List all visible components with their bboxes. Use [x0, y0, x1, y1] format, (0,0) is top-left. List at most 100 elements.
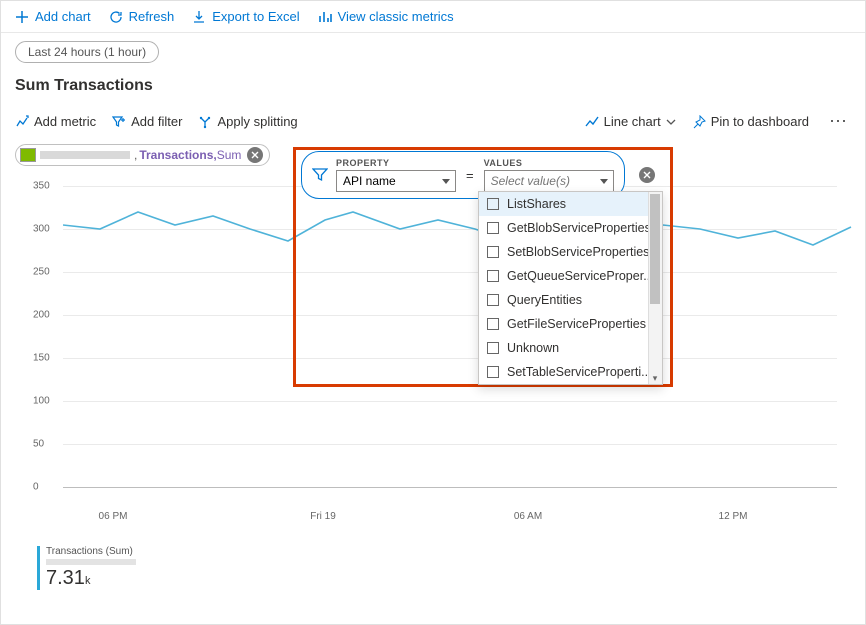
option-label: GetBlobServiceProperties [507, 221, 651, 235]
refresh-label: Refresh [129, 9, 175, 24]
download-icon [192, 10, 206, 24]
time-range-row: Last 24 hours (1 hour) [1, 33, 865, 71]
option-label: GetFileServiceProperties [507, 317, 646, 331]
apply-splitting-label: Apply splitting [217, 114, 297, 129]
values-field: VALUES [484, 158, 614, 192]
add-metric-button[interactable]: Add metric [15, 114, 96, 129]
property-field: PROPERTY [336, 158, 456, 192]
metric-separator: , [134, 148, 137, 162]
checkbox-icon [487, 246, 499, 258]
page-title: Sum Transactions [15, 77, 851, 95]
property-label: PROPERTY [336, 158, 456, 168]
chart-line [63, 176, 853, 496]
checkbox-icon [487, 198, 499, 210]
checkbox-icon [487, 342, 499, 354]
split-icon [198, 115, 212, 129]
view-classic-metrics-button[interactable]: View classic metrics [318, 9, 454, 24]
summary-number: 7.31 [46, 567, 85, 589]
add-metric-icon [15, 115, 29, 129]
filter-icon [312, 167, 328, 183]
checkbox-icon [487, 366, 499, 378]
values-label: VALUES [484, 158, 614, 168]
export-excel-button[interactable]: Export to Excel [192, 9, 299, 24]
x-tick: 06 PM [99, 511, 128, 522]
chart-type-dropdown[interactable]: Line chart [585, 114, 676, 129]
summary-sublabel [46, 559, 136, 565]
apply-splitting-button[interactable]: Apply splitting [198, 114, 297, 129]
dropdown-option[interactable]: Unknown [479, 336, 662, 360]
option-label: GetQueueServiceProper... [507, 269, 654, 283]
option-label: ListShares [507, 197, 566, 211]
y-tick: 300 [33, 224, 50, 235]
y-tick: 150 [33, 353, 50, 364]
export-label: Export to Excel [212, 9, 299, 24]
summary-label: Transactions (Sum) [46, 546, 197, 557]
add-chart-label: Add chart [35, 9, 91, 24]
top-toolbar: Add chart Refresh Export to Excel View c… [1, 1, 865, 33]
scrollbar[interactable]: ▾ [648, 192, 662, 384]
property-select-input[interactable] [336, 170, 456, 192]
pin-label: Pin to dashboard [711, 114, 809, 129]
chart-type-label: Line chart [604, 114, 661, 129]
dropdown-option[interactable]: GetQueueServiceProper... [479, 264, 662, 288]
equals-sign: = [464, 168, 476, 183]
resource-placeholder [40, 151, 130, 159]
remove-filter-button[interactable] [639, 167, 655, 183]
chevron-down-icon[interactable]: ▾ [650, 373, 660, 383]
close-icon [251, 151, 259, 159]
y-tick: 0 [33, 482, 39, 493]
more-menu-button[interactable]: ⋯ [825, 111, 851, 132]
time-range-text: Last 24 hours (1 hour) [28, 45, 146, 59]
line-chart-icon [585, 115, 599, 129]
dropdown-option[interactable]: QueryEntities [479, 288, 662, 312]
scrollbar-thumb[interactable] [650, 194, 660, 304]
refresh-button[interactable]: Refresh [109, 9, 175, 24]
metric-aggregation: Sum [217, 148, 242, 162]
option-label: Unknown [507, 341, 559, 355]
dropdown-option[interactable]: GetFileServiceProperties [479, 312, 662, 336]
dropdown-option[interactable]: SetBlobServiceProperties [479, 240, 662, 264]
add-metric-label: Add metric [34, 114, 96, 129]
close-icon [643, 171, 651, 179]
add-filter-label: Add filter [131, 114, 182, 129]
pin-to-dashboard-button[interactable]: Pin to dashboard [692, 114, 809, 129]
y-tick: 200 [33, 310, 50, 321]
values-input[interactable] [484, 170, 614, 192]
remove-metric-button[interactable] [247, 147, 263, 163]
bar-chart-icon [318, 10, 332, 24]
classic-label: View classic metrics [338, 9, 454, 24]
checkbox-icon [487, 294, 499, 306]
chevron-down-icon [666, 117, 676, 127]
pin-icon [692, 115, 706, 129]
summary-card: Transactions (Sum) 7.31k [37, 546, 197, 590]
plus-icon [15, 10, 29, 24]
metric-pill[interactable]: , Transactions, Sum [15, 144, 270, 166]
dropdown-option[interactable]: SetTableServiceProperti... [479, 360, 662, 384]
option-label: SetTableServiceProperti... [507, 365, 652, 379]
x-tick: 12 PM [719, 511, 748, 522]
dropdown-option[interactable]: ListShares [479, 192, 662, 216]
chart-toolbar: Add metric Add filter Apply splitting Li… [15, 107, 851, 142]
values-select[interactable] [484, 170, 614, 192]
checkbox-icon [487, 270, 499, 282]
add-filter-button[interactable]: Add filter [112, 114, 182, 129]
chart: 350 300 250 200 150 100 50 0 06 PM Fri 1… [33, 176, 851, 546]
ellipsis-icon: ⋯ [829, 111, 847, 131]
filter-plus-icon [112, 115, 126, 129]
dropdown-option[interactable]: GetBlobServiceProperties [479, 216, 662, 240]
y-tick: 350 [33, 181, 50, 192]
summary-unit: k [85, 575, 91, 587]
x-tick: Fri 19 [310, 511, 336, 522]
y-tick: 250 [33, 267, 50, 278]
property-select[interactable] [336, 170, 456, 192]
metric-name: Transactions, [139, 148, 216, 162]
refresh-icon [109, 10, 123, 24]
checkbox-icon [487, 222, 499, 234]
y-tick: 50 [33, 439, 44, 450]
values-dropdown: ListShares GetBlobServiceProperties SetB… [478, 191, 663, 385]
option-label: SetBlobServiceProperties [507, 245, 649, 259]
x-tick: 06 AM [514, 511, 542, 522]
time-range-pill[interactable]: Last 24 hours (1 hour) [15, 41, 159, 63]
add-chart-button[interactable]: Add chart [15, 9, 91, 24]
checkbox-icon [487, 318, 499, 330]
